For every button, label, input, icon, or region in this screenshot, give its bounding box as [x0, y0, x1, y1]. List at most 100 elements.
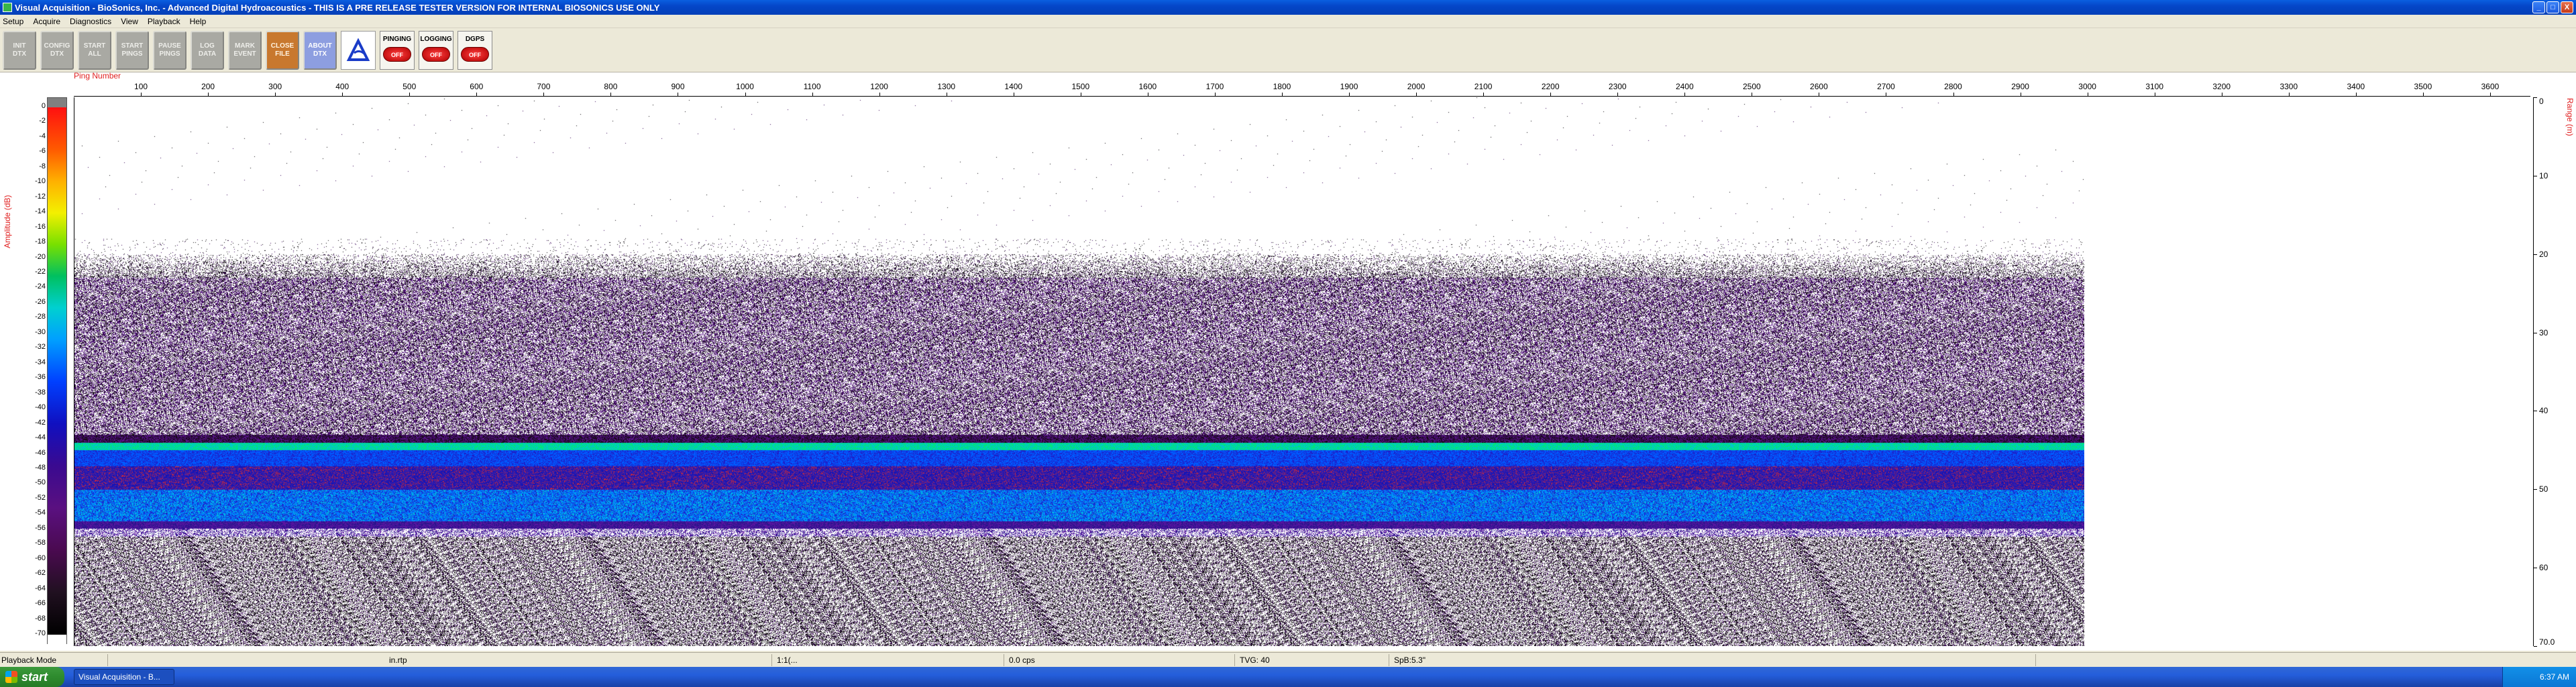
button-label: START [121, 42, 144, 50]
ping-tick [409, 93, 411, 97]
range-label-text: Range (m) [2565, 98, 2575, 136]
app-icon [3, 3, 12, 12]
ping-tick-label: 1700 [1205, 82, 1224, 91]
start-pings-button[interactable]: START PINGS [115, 30, 149, 70]
amplitude-tick-label: -24 [35, 282, 46, 291]
taskbar-item-visual-acquisition[interactable]: Visual Acquisition - B... [74, 669, 174, 685]
ping-tick-label: 2700 [1877, 82, 1895, 91]
start-button[interactable]: start [0, 667, 64, 687]
button-label: DATA [198, 50, 217, 58]
amplitude-tick-label: -46 [35, 448, 46, 457]
window-title: Visual Acquisition - BioSonics, Inc. - A… [15, 2, 660, 13]
ping-tick-label: 2400 [1675, 82, 1694, 91]
mark-event-button[interactable]: MARK EVENT [228, 30, 262, 70]
button-label: EVENT [233, 50, 256, 58]
ping-tick-label: 3000 [2078, 82, 2096, 91]
amplitude-tick-label: -62 [35, 569, 46, 578]
ping-tick [543, 93, 545, 97]
amplitude-tick-label: -32 [35, 343, 46, 352]
menu-setup[interactable]: Setup [3, 17, 23, 26]
ping-tick [1214, 93, 1216, 97]
log-data-button[interactable]: LOG DATA [191, 30, 224, 70]
button-label: CLOSE [270, 42, 294, 50]
range-tick-label: 70.0 [2539, 637, 2555, 647]
close-window-button[interactable]: X [2561, 1, 2573, 13]
ping-tick-label: 500 [402, 82, 417, 91]
amplitude-tick-label: -4 [39, 131, 46, 140]
ping-axis: 100 200 300 400 500 600 700 800 900 1000 1100 1200 1… [74, 82, 2530, 97]
config-dtx-button[interactable]: CONFIG DTX [40, 30, 74, 70]
title-bar: Visual Acquisition - BioSonics, Inc. - A… [0, 0, 2576, 15]
button-label: PINGS [159, 50, 180, 58]
button-label: LOG [200, 42, 215, 50]
amplitude-tick-label: -20 [35, 252, 46, 261]
ping-tick-label: 1300 [937, 82, 956, 91]
menu-playback[interactable]: Playback [148, 17, 180, 26]
range-tick [2534, 97, 2537, 98]
range-tick-label: 0 [2539, 97, 2544, 106]
indicator-label: DGPS [465, 35, 485, 43]
amplitude-tick-label: -6 [39, 147, 46, 156]
button-label: FILE [275, 50, 290, 58]
amplitude-tick-label: -22 [35, 268, 46, 276]
amplitude-tick-label: -26 [35, 297, 46, 306]
status-mode: Playback Mode [1, 655, 57, 665]
about-dtx-button[interactable]: ABOUT DTX [303, 30, 337, 70]
ping-tick [610, 93, 612, 97]
indicator-label: LOGGING [420, 35, 452, 43]
amplitude-tick-label: -68 [35, 614, 46, 623]
amplitude-tick-label: -18 [35, 237, 46, 246]
ping-tick-label: 3500 [2414, 82, 2432, 91]
minimize-button[interactable]: _ [2532, 1, 2545, 13]
status-divider [771, 654, 772, 666]
range-tick-label: 10 [2539, 170, 2548, 180]
status-bar: Playback Mode in.rtp 1:1(... 0.0 cps TVG… [0, 652, 2576, 667]
pause-pings-button[interactable]: PAUSE PINGS [153, 30, 186, 70]
button-label: PINGS [121, 50, 143, 58]
status-divider [1234, 654, 1235, 666]
amplitude-tick-label: -34 [35, 358, 46, 366]
close-file-button[interactable]: CLOSE FILE [266, 30, 299, 70]
button-label: CONFIG [44, 42, 70, 50]
ping-tick [812, 93, 813, 97]
ping-tick-label: 3600 [2481, 82, 2500, 91]
echogram-data [74, 97, 2084, 646]
ping-tick-label: 800 [604, 82, 618, 91]
ping-tick [1349, 93, 1350, 97]
amplitude-tick-label: 0 [41, 102, 46, 110]
amplitude-tick-label: -2 [39, 117, 46, 125]
button-label: ABOUT [308, 42, 332, 50]
dgps-indicator: DGPS OFF [458, 30, 492, 70]
status-file: in.rtp [389, 655, 407, 665]
button-label: DTX [50, 50, 64, 58]
menu-view[interactable]: View [121, 17, 138, 26]
status-led-icon: OFF [422, 46, 450, 62]
amplitude-tick-label: -66 [35, 599, 46, 608]
amplitude-tick-label: -52 [35, 493, 46, 502]
menu-help[interactable]: Help [190, 17, 207, 26]
start-all-button[interactable]: START ALL [78, 30, 111, 70]
maximize-button[interactable]: □ [2546, 1, 2559, 13]
ping-tick-label: 600 [470, 82, 484, 91]
ping-tick [342, 93, 343, 97]
ping-axis-label: Ping Number [74, 71, 121, 81]
amplitude-tick-label: -14 [35, 207, 46, 216]
echogram-plot[interactable] [74, 97, 2530, 646]
ping-tick-label: 900 [671, 82, 685, 91]
ping-tick-label: 400 [335, 82, 350, 91]
menu-diagnostics[interactable]: Diagnostics [70, 17, 111, 26]
ping-tick [2288, 93, 2290, 97]
amplitude-tick-label: -36 [35, 373, 46, 382]
amplitude-tick-label: -12 [35, 192, 46, 201]
button-label: START [83, 42, 106, 50]
ping-tick-label: 1100 [803, 82, 821, 91]
toolbar: INIT DTX CONFIG DTX START ALL START PINGS PA… [0, 28, 2576, 72]
menu-bar: Setup Acquire Diagnostics View Playback … [0, 15, 2576, 28]
amplitude-tick-label: -48 [35, 463, 46, 472]
amplitude-tick-label: -16 [35, 222, 46, 231]
menu-acquire[interactable]: Acquire [33, 17, 60, 26]
ping-tick-label: 300 [268, 82, 282, 91]
init-dtx-button[interactable]: INIT DTX [3, 30, 36, 70]
range-tick-label: 30 [2539, 327, 2548, 337]
button-label: MARK [235, 42, 255, 50]
